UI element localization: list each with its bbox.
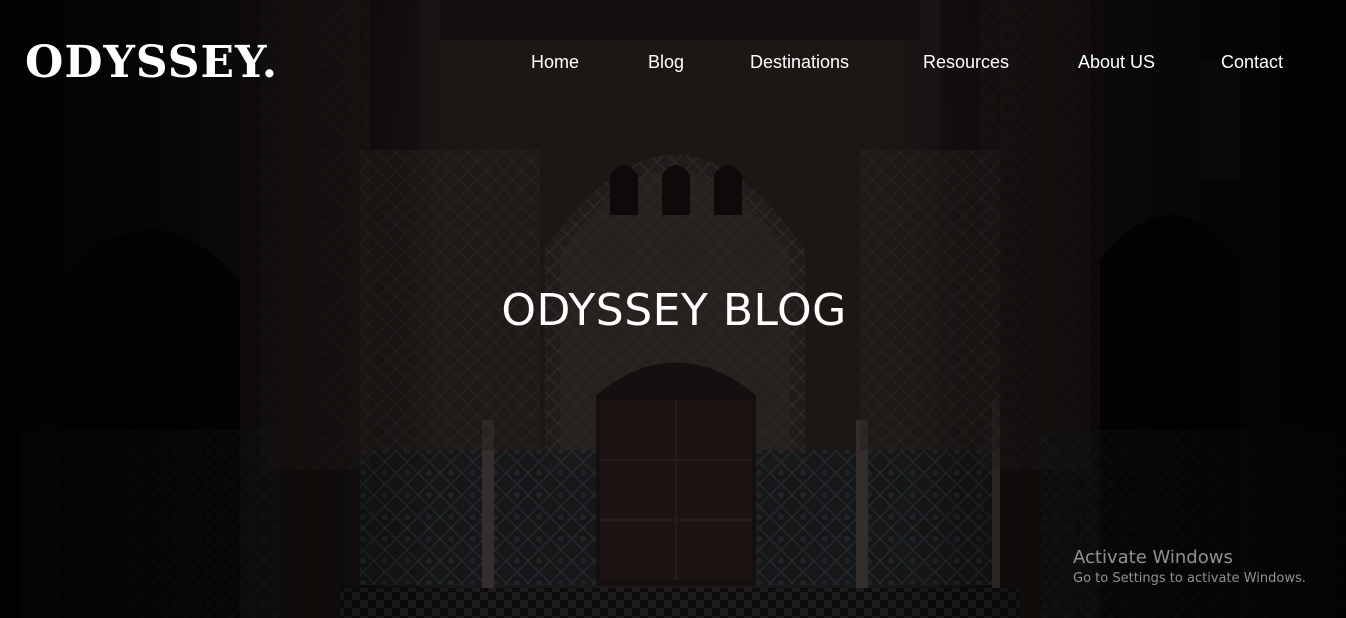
hero-title: ODYSSEY BLOG [501, 285, 847, 336]
nav-link-resources[interactable]: Resources [923, 50, 1009, 74]
nav-link-destinations[interactable]: Destinations [750, 50, 849, 74]
hero-section: ODYSSEY. Home Blog Destinations Resource… [0, 0, 1346, 618]
activate-windows-watermark: Activate Windows Go to Settings to activ… [1073, 546, 1306, 588]
nav-link-about-us[interactable]: About US [1078, 50, 1155, 74]
nav-link-blog[interactable]: Blog [648, 50, 684, 74]
activate-windows-subtitle: Go to Settings to activate Windows. [1073, 571, 1306, 586]
nav-link-home[interactable]: Home [531, 50, 579, 74]
activate-windows-title: Activate Windows [1073, 547, 1233, 568]
main-nav: Home Blog Destinations Resources About U… [0, 50, 1346, 74]
nav-link-contact[interactable]: Contact [1221, 50, 1283, 74]
